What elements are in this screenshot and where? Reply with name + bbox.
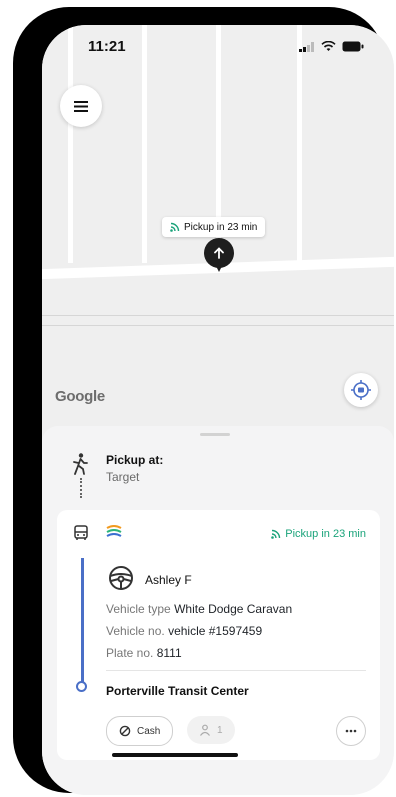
- wifi-icon: [321, 41, 336, 51]
- bus-icon: [74, 525, 88, 540]
- pickup-eta-text: Pickup in 23 min: [184, 221, 258, 233]
- vehicle-no-label: Vehicle no.: [106, 624, 165, 638]
- map-road: [297, 25, 302, 263]
- plate-label: Plate no.: [106, 646, 154, 660]
- map-road: [42, 325, 394, 326]
- pickup-label: Pickup at:: [106, 453, 164, 467]
- sheet-handle[interactable]: [200, 433, 230, 436]
- walk-connector: [80, 478, 82, 498]
- pickup-pin[interactable]: [204, 238, 234, 272]
- hamburger-icon: [74, 100, 88, 112]
- vehicle-type-row: Vehicle type White Dodge Caravan: [106, 602, 292, 616]
- signal-icon: [299, 41, 314, 52]
- payment-cash-button[interactable]: Cash: [106, 716, 174, 746]
- status-icons: [299, 41, 364, 52]
- card-pickup-eta-text: Pickup in 23 min: [285, 528, 366, 540]
- home-indicator[interactable]: [112, 753, 238, 757]
- arrow-up-icon: [214, 247, 224, 259]
- battery-icon: [342, 41, 364, 52]
- more-options-button[interactable]: [336, 716, 366, 746]
- pickup-place: Target: [106, 470, 140, 484]
- map[interactable]: 11:21 Pickup in 23 min Google: [42, 25, 394, 440]
- route-line: [81, 558, 84, 684]
- live-signal-icon: [170, 222, 180, 232]
- more-horizontal-icon: [345, 729, 357, 733]
- map-road: [68, 25, 73, 263]
- pickup-eta-chip: Pickup in 23 min: [162, 217, 266, 237]
- vehicle-no-row: Vehicle no. vehicle #1597459: [106, 624, 262, 638]
- vehicle-type-label: Vehicle type: [106, 602, 171, 616]
- live-signal-icon: [271, 529, 281, 539]
- driver-name: Ashley F: [145, 573, 192, 587]
- route-end-dot: [76, 681, 87, 692]
- status-time: 11:21: [88, 38, 126, 55]
- plate-value: 8111: [156, 646, 182, 660]
- steering-wheel-icon: [109, 566, 133, 590]
- payment-label: Cash: [137, 725, 161, 737]
- map-road: [142, 25, 147, 263]
- vehicle-locate-icon: [351, 380, 371, 400]
- plate-row: Plate no. 8111: [106, 646, 182, 660]
- cash-icon: [119, 725, 131, 737]
- divider: [106, 670, 366, 671]
- destination: Porterville Transit Center: [106, 684, 249, 698]
- map-road: [42, 315, 394, 316]
- google-logo: Google: [55, 388, 105, 405]
- trip-sheet: Pickup at: Target Pickup in 23 min Ashle…: [42, 426, 394, 795]
- walking-person-icon: [73, 453, 88, 475]
- vehicle-type-value: White Dodge Caravan: [174, 602, 293, 616]
- vehicle-no-value: vehicle #1597459: [168, 624, 263, 638]
- passenger-count: 1: [217, 724, 223, 736]
- trip-card: Pickup in 23 min Ashley F Vehicle type W…: [57, 510, 380, 760]
- person-icon: [200, 724, 210, 736]
- screen: 11:21 Pickup in 23 min Google Pickup at:…: [42, 25, 394, 795]
- phone-frame: 11:21 Pickup in 23 min Google Pickup at:…: [13, 7, 394, 795]
- recenter-button[interactable]: [344, 373, 378, 407]
- agency-logo-icon: [106, 525, 122, 537]
- card-pickup-eta: Pickup in 23 min: [271, 528, 366, 540]
- menu-button[interactable]: [60, 85, 102, 127]
- passenger-count-button[interactable]: 1: [187, 716, 235, 744]
